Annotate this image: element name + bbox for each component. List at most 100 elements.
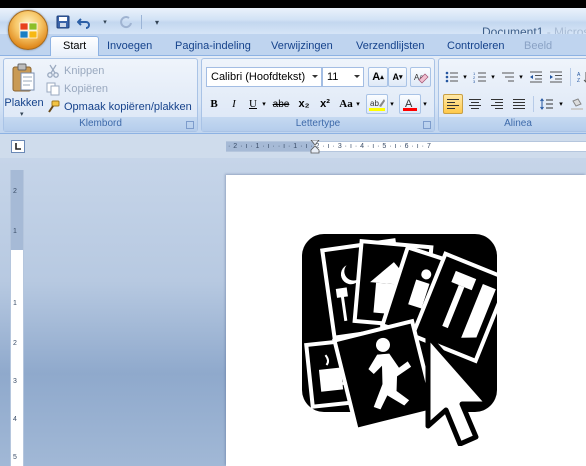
undo-icon [77, 18, 90, 29]
quick-access-toolbar: ▾ ▾ [54, 12, 166, 32]
clipboard-launcher-button[interactable] [186, 121, 194, 129]
copy-icon [46, 82, 60, 96]
inserted-clipart-image[interactable] [302, 234, 497, 446]
font-name-combobox[interactable]: Calibri (Hoofdtekst) [206, 67, 322, 87]
multilevel-dropdown[interactable]: ▾ [517, 67, 525, 87]
sort-icon: AZ [577, 72, 586, 83]
tab-verzendlijsten[interactable]: Verzendlijsten [356, 37, 425, 56]
numbered-list-icon: 1 2 3 [473, 71, 486, 83]
multilevel-list-button[interactable] [499, 67, 517, 87]
font-size-combobox[interactable]: 11 [322, 67, 364, 87]
horizontal-ruler-marks: · 2 · ı · 1 · ı · · ı · 1 · ı · 2 · ı · … [228, 143, 432, 150]
font-launcher-button[interactable] [423, 121, 431, 129]
ribbon-tabs: Start Invoegen Pagina-indeling Verwijzin… [0, 34, 586, 57]
align-right-button[interactable] [487, 94, 507, 114]
copy-label: Kopiëren [64, 83, 109, 95]
tab-beeld[interactable]: Beeld [524, 37, 552, 56]
decrease-indent-button[interactable] [527, 67, 545, 87]
highlight-dropdown[interactable]: ▾ [388, 94, 396, 114]
font-size-value: 11 [327, 71, 339, 83]
svg-text:3: 3 [473, 79, 476, 83]
font-color-button[interactable]: A [399, 94, 421, 114]
increase-indent-button[interactable] [547, 67, 565, 87]
tab-start[interactable]: Start [50, 36, 100, 57]
clipboard-paste-icon [12, 63, 35, 92]
clipboard-group-label: Klembord [4, 117, 197, 131]
indent-marker-icon[interactable] [310, 140, 320, 154]
change-case-dropdown[interactable]: ▾ [354, 94, 362, 114]
paste-button[interactable]: Plakken ▾ [4, 61, 44, 118]
decrease-indent-icon [530, 71, 542, 83]
tab-controleren[interactable]: Controleren [447, 37, 504, 56]
paintbrush-icon [48, 100, 60, 113]
align-right-icon [491, 99, 503, 109]
superscript-button[interactable]: x² [316, 94, 334, 114]
vruler-mark-1-top: 1 [13, 228, 17, 235]
clipboard-group: Plakken ▾ Knippen Kopiëren Opmaak kopiër… [3, 58, 198, 132]
highlight-button[interactable]: ab [366, 94, 388, 114]
paragraph-group: ▾ 1 2 3 ▾ ▾ A Z ▾ Alinea [438, 58, 586, 132]
paint-bucket-icon [571, 98, 583, 110]
redo-button[interactable] [117, 13, 135, 31]
italic-button[interactable]: I [226, 94, 242, 114]
multilevel-list-icon [502, 72, 514, 82]
clear-formatting-button[interactable]: Aa [410, 67, 431, 87]
tab-selector-button[interactable] [11, 140, 25, 153]
customize-qat-button[interactable]: ▾ [148, 13, 166, 31]
align-left-button[interactable] [443, 94, 463, 114]
tab-verwijzingen[interactable]: Verwijzingen [271, 37, 333, 56]
numbering-dropdown[interactable]: ▾ [489, 67, 497, 87]
vruler-mark-5: 5 [13, 454, 17, 461]
floppy-disk-icon [56, 15, 70, 29]
bold-button[interactable]: B [206, 94, 222, 114]
bullet-list-icon [445, 71, 458, 83]
underline-dropdown[interactable]: ▾ [260, 94, 268, 114]
tab-invoegen[interactable]: Invoegen [107, 37, 152, 56]
left-tab-icon [15, 143, 21, 150]
office-button[interactable] [8, 10, 48, 50]
strikethrough-button[interactable]: abe [270, 94, 292, 114]
svg-text:Z: Z [577, 78, 580, 83]
copy-button[interactable]: Kopiëren [46, 81, 108, 97]
shading-button[interactable] [567, 94, 586, 114]
line-spacing-icon [540, 98, 553, 110]
qat-separator [141, 15, 142, 29]
justify-icon [513, 99, 525, 109]
chevron-down-icon: ▾ [154, 17, 159, 27]
change-case-button[interactable]: Aa [337, 94, 355, 114]
align-center-button[interactable] [465, 94, 485, 114]
save-button[interactable] [54, 13, 72, 31]
undo-dropdown[interactable]: ▾ [96, 13, 114, 31]
paste-label: Plakken [4, 97, 44, 109]
word-window: Document1 - Micros ▾ ▾ Start Invoegen Pa… [0, 0, 586, 466]
subscript-button[interactable]: x₂ [295, 94, 313, 114]
font-group-label: Lettertype [202, 117, 434, 131]
grow-font-button[interactable]: A ▴ [368, 67, 388, 87]
line-spacing-dropdown[interactable]: ▾ [557, 94, 565, 114]
vertical-ruler[interactable]: 2 1 1 2 3 4 5 [10, 170, 24, 466]
highlighter-icon: ab [369, 99, 385, 111]
clear-formatting-icon: Aa [414, 73, 428, 84]
sort-button[interactable]: AZ [574, 67, 586, 87]
undo-button[interactable] [75, 13, 93, 31]
format-painter-button[interactable]: Opmaak kopiëren/plakken [46, 99, 192, 115]
underline-button[interactable]: U [246, 94, 260, 114]
bullets-dropdown[interactable]: ▾ [461, 67, 469, 87]
bullets-button[interactable] [443, 67, 461, 87]
vruler-mark-4: 4 [13, 416, 17, 423]
vruler-mark-2: 2 [13, 340, 17, 347]
redo-icon [120, 16, 132, 29]
cut-label: Knippen [64, 65, 105, 77]
cut-button[interactable]: Knippen [46, 63, 104, 79]
numbering-button[interactable]: 1 2 3 [471, 67, 489, 87]
horizontal-ruler[interactable]: · 2 · ı · 1 · ı · · ı · 1 · ı · 2 · ı · … [226, 140, 586, 154]
office-logo-icon [19, 22, 38, 39]
justify-button[interactable] [509, 94, 529, 114]
tab-pagina-indeling[interactable]: Pagina-indeling [175, 37, 251, 56]
shrink-font-button[interactable]: A ▾ [388, 67, 407, 87]
font-group: Calibri (Hoofdtekst) 11 A ▴ A ▾ Aa B I U ▾… [201, 58, 435, 132]
vruler-mark-3: 3 [13, 378, 17, 385]
line-spacing-button[interactable] [537, 94, 557, 114]
font-color-icon: A [403, 98, 417, 111]
font-color-dropdown[interactable]: ▾ [421, 94, 429, 114]
